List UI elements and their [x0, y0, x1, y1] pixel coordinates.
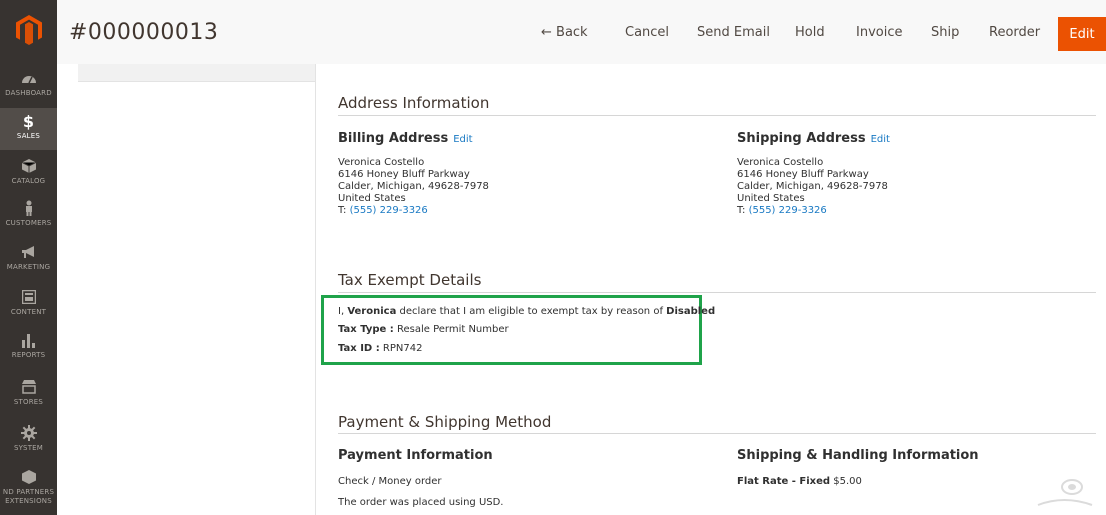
billing-country: United States	[338, 193, 406, 204]
currency-note: The order was placed using USD.	[338, 497, 504, 508]
sidebar-item-dashboard[interactable]: DASHBOARD	[0, 69, 57, 107]
payment-method: Check / Money order	[338, 476, 442, 487]
tax-section-title: Tax Exempt Details	[338, 271, 482, 289]
content-icon	[21, 288, 36, 306]
shipping-rate: Flat Rate - Fixed $5.00	[737, 476, 862, 487]
edit-button[interactable]: Edit	[1058, 17, 1106, 51]
admin-sidebar: DASHBOARD $ SALES CATALOG CUSTOMERS MARK…	[0, 0, 57, 515]
billing-phone-line: T: (555) 229-3326	[338, 205, 489, 217]
invoice-button[interactable]: Invoice	[856, 25, 902, 40]
shipping-rate-label: Flat Rate - Fixed	[737, 476, 831, 487]
cancel-button[interactable]: Cancel	[625, 25, 669, 40]
megaphone-icon	[21, 243, 37, 261]
send-email-button[interactable]: Send Email	[697, 25, 770, 40]
shipping-address-label: Shipping Address	[737, 131, 866, 146]
sidebar-item-catalog[interactable]: CATALOG	[0, 157, 57, 195]
shipping-address-block: Veronica Costello 6146 Honey Bluff Parkw…	[737, 157, 888, 217]
cube-icon	[21, 157, 36, 175]
payment-section-title: Payment & Shipping Method	[338, 413, 552, 431]
reorder-button[interactable]: Reorder	[989, 25, 1040, 40]
ship-button[interactable]: Ship	[931, 25, 959, 40]
billing-city: Calder, Michigan, 49628-7978	[338, 181, 489, 192]
dollar-icon: $	[22, 111, 35, 131]
shipping-street: 6146 Honey Bluff Parkway	[737, 169, 869, 180]
hold-button[interactable]: Hold	[795, 25, 825, 40]
sidebar-item-marketing[interactable]: MARKETING	[0, 243, 57, 281]
tax-id-value: RPN742	[379, 343, 423, 354]
sidebar-item-stores[interactable]: STORES	[0, 378, 57, 416]
page-header: #000000013 ← Back Cancel Send Email Hold…	[57, 0, 1106, 64]
tax-id: Tax ID : RPN742	[338, 343, 422, 354]
gear-icon	[20, 424, 37, 442]
sidebar-item-label: STORES	[13, 398, 44, 406]
magento-logo-icon[interactable]	[11, 12, 47, 48]
tax-declaration: I, Veronica declare that I am eligible t…	[338, 306, 715, 317]
sidebar-item-label-line1: ND PARTNERS	[2, 488, 55, 496]
divider	[338, 292, 1096, 293]
sidebar-item-label: SALES	[16, 132, 41, 140]
shipping-phone-link[interactable]: (555) 229-3326	[749, 205, 827, 216]
tax-type-label: Tax Type :	[338, 324, 394, 335]
sidebar-item-label: SYSTEM	[13, 444, 44, 452]
tax-decl-name: Veronica	[347, 306, 397, 317]
shipping-phone-line: T: (555) 229-3326	[737, 205, 888, 217]
shipping-rate-price: $5.00	[830, 476, 862, 487]
sidebar-item-label: REPORTS	[11, 351, 46, 359]
tax-type: Tax Type : Resale Permit Number	[338, 324, 509, 335]
address-section-title: Address Information	[338, 94, 490, 112]
shipping-address-heading: Shipping Address Edit	[737, 131, 890, 146]
store-icon	[21, 378, 37, 396]
divider	[338, 433, 1096, 434]
bar-chart-icon	[21, 331, 36, 349]
sidebar-item-label: CUSTOMERS	[5, 219, 52, 227]
tax-decl-mid: declare that I am eligible to exempt tax…	[396, 306, 667, 317]
tax-decl-prefix: I,	[338, 306, 348, 317]
back-button[interactable]: ← Back	[541, 25, 588, 40]
tax-type-value: Resale Permit Number	[393, 324, 509, 335]
shipping-edit-link[interactable]: Edit	[871, 134, 890, 145]
sidebar-item-sales[interactable]: $ SALES	[0, 108, 57, 150]
sidebar-item-label: DASHBOARD	[5, 89, 52, 97]
shipping-handling-heading: Shipping & Handling Information	[737, 448, 979, 463]
sidebar-item-extensions[interactable]: ND PARTNERS EXTENSIONS	[0, 468, 57, 513]
sidebar-item-customers[interactable]: CUSTOMERS	[0, 199, 57, 237]
shipping-country: United States	[737, 193, 805, 204]
watermark-logo-icon	[1034, 475, 1094, 511]
sidebar-item-label: CATALOG	[11, 177, 46, 185]
sidebar-item-label: MARKETING	[6, 263, 51, 271]
billing-phone-link[interactable]: (555) 229-3326	[350, 205, 428, 216]
billing-name: Veronica Costello	[338, 157, 425, 168]
dashboard-icon	[21, 69, 37, 87]
person-icon	[24, 199, 34, 217]
page-title: #000000013	[69, 20, 219, 45]
puzzle-icon	[21, 468, 36, 486]
billing-address-heading: Billing Address Edit	[338, 131, 473, 146]
billing-phone-prefix: T:	[338, 205, 350, 216]
tax-decl-reason: Disabled	[666, 306, 716, 317]
billing-street: 6146 Honey Bluff Parkway	[338, 169, 470, 180]
billing-edit-link[interactable]: Edit	[453, 134, 472, 145]
payment-info-heading: Payment Information	[338, 448, 493, 463]
sidebar-item-label: CONTENT	[10, 308, 47, 316]
divider	[338, 115, 1096, 116]
billing-address-block: Veronica Costello 6146 Honey Bluff Parkw…	[338, 157, 489, 217]
shipping-phone-prefix: T:	[737, 205, 749, 216]
tab-placeholder	[78, 64, 315, 82]
tax-id-label: Tax ID :	[338, 343, 380, 354]
shipping-city: Calder, Michigan, 49628-7978	[737, 181, 888, 192]
sidebar-item-reports[interactable]: REPORTS	[0, 331, 57, 369]
sidebar-item-system[interactable]: SYSTEM	[0, 424, 57, 462]
order-tabs-panel	[78, 64, 316, 515]
billing-address-label: Billing Address	[338, 131, 449, 146]
shipping-name: Veronica Costello	[737, 157, 824, 168]
sidebar-item-content[interactable]: CONTENT	[0, 288, 57, 326]
sidebar-item-label-line2: EXTENSIONS	[5, 497, 52, 505]
